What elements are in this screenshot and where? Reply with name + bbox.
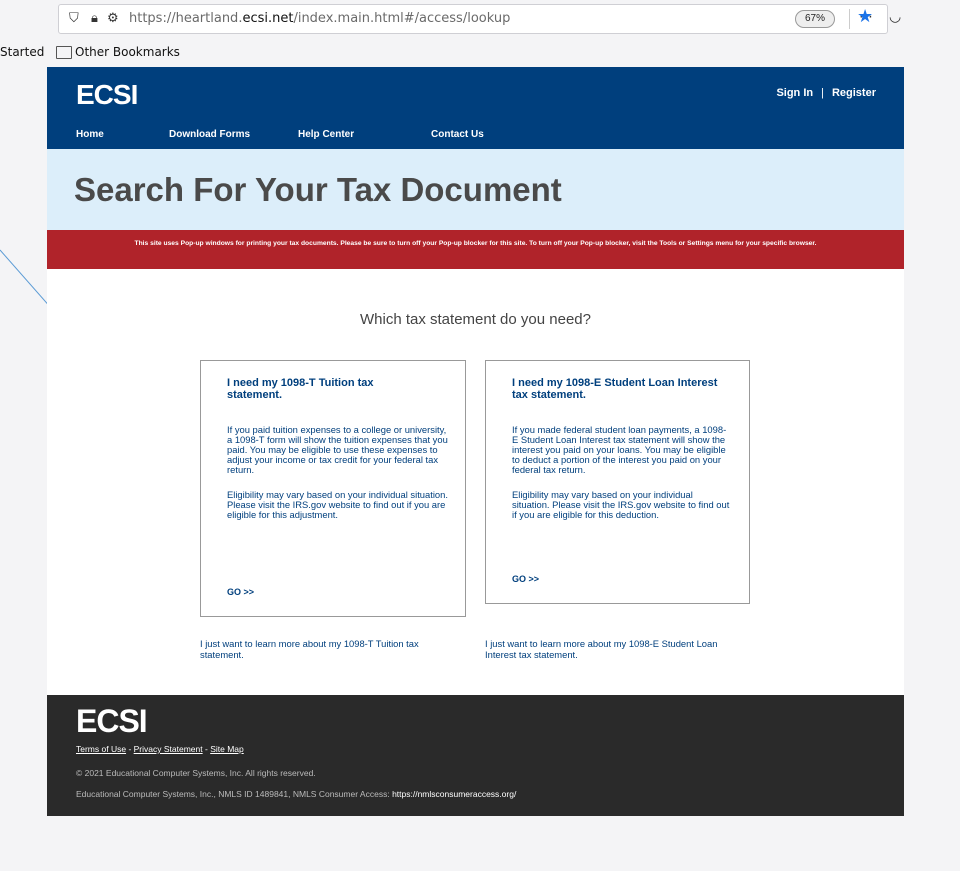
privacy-statement-link[interactable]: Privacy Statement bbox=[134, 744, 203, 754]
footer-copyright: © 2021 Educational Computer Systems, Inc… bbox=[76, 768, 316, 778]
nav-help-center[interactable]: Help Center bbox=[298, 129, 354, 140]
footer-nmls-text: Educational Computer Systems, Inc., NMLS… bbox=[76, 789, 393, 799]
nav-contact-us[interactable]: Contact Us bbox=[431, 129, 484, 140]
site-header: ECSI Sign In | Register Home Download Form… bbox=[47, 67, 904, 149]
card-1098t-body: If you paid tuition expenses to a colleg… bbox=[227, 424, 448, 475]
register-link[interactable]: Register bbox=[832, 87, 876, 99]
card-1098t-go-link[interactable]: GO >> bbox=[227, 587, 254, 597]
card-1098e: I need my 1098-E Student Loan Interest t… bbox=[485, 360, 750, 604]
question-heading: Which tax statement do you need? bbox=[360, 311, 591, 328]
footer-dash-1: - bbox=[126, 744, 134, 754]
card-1098e-body: If you made federal student loan payment… bbox=[512, 424, 727, 475]
title-band: Search For Your Tax Document bbox=[47, 149, 904, 230]
web-page: ECSI Sign In | Register Home Download Form… bbox=[47, 67, 904, 816]
site-map-link[interactable]: Site Map bbox=[210, 744, 244, 754]
sign-in-link[interactable]: Sign In bbox=[776, 87, 813, 99]
card-1098t-title: I need my 1098-T Tuition tax statement. bbox=[227, 377, 374, 401]
nmls-consumer-access-link[interactable]: https://nmlsconsumeraccess.org/ bbox=[392, 789, 516, 799]
auth-separator: | bbox=[821, 87, 824, 99]
terms-of-use-link[interactable]: Terms of Use bbox=[76, 744, 126, 754]
card-1098e-eligibility: Eligibility may vary based on your indiv… bbox=[512, 489, 730, 520]
page-title: Search For Your Tax Document bbox=[74, 171, 562, 208]
footer-nmls: Educational Computer Systems, Inc., NMLS… bbox=[76, 789, 516, 799]
card-1098e-title: I need my 1098-E Student Loan Interest t… bbox=[512, 377, 718, 401]
auth-links: Sign In | Register bbox=[776, 87, 876, 99]
nav-home[interactable]: Home bbox=[76, 129, 104, 140]
card-1098t-eligibility: Eligibility may vary based on your indiv… bbox=[227, 489, 448, 520]
footer-links: Terms of Use - Privacy Statement - Site … bbox=[76, 744, 244, 754]
site-footer: ECSI Terms of Use - Privacy Statement - … bbox=[47, 695, 904, 816]
popup-alert-text: This site uses Pop-up windows for printi… bbox=[134, 240, 817, 247]
popup-alert-banner: This site uses Pop-up windows for printi… bbox=[47, 230, 904, 269]
learn-1098t-link[interactable]: I just want to learn more about my 1098-… bbox=[200, 638, 462, 660]
footer-ecsi-logo: ECSI bbox=[76, 703, 148, 739]
card-1098t: I need my 1098-T Tuition tax statement. … bbox=[200, 360, 466, 617]
nav-download-forms[interactable]: Download Forms bbox=[169, 129, 250, 140]
learn-1098e-link[interactable]: I just want to learn more about my 1098-… bbox=[485, 638, 740, 660]
ecsi-logo[interactable]: ECSI bbox=[76, 79, 138, 111]
card-1098e-go-link[interactable]: GO >> bbox=[512, 574, 539, 584]
